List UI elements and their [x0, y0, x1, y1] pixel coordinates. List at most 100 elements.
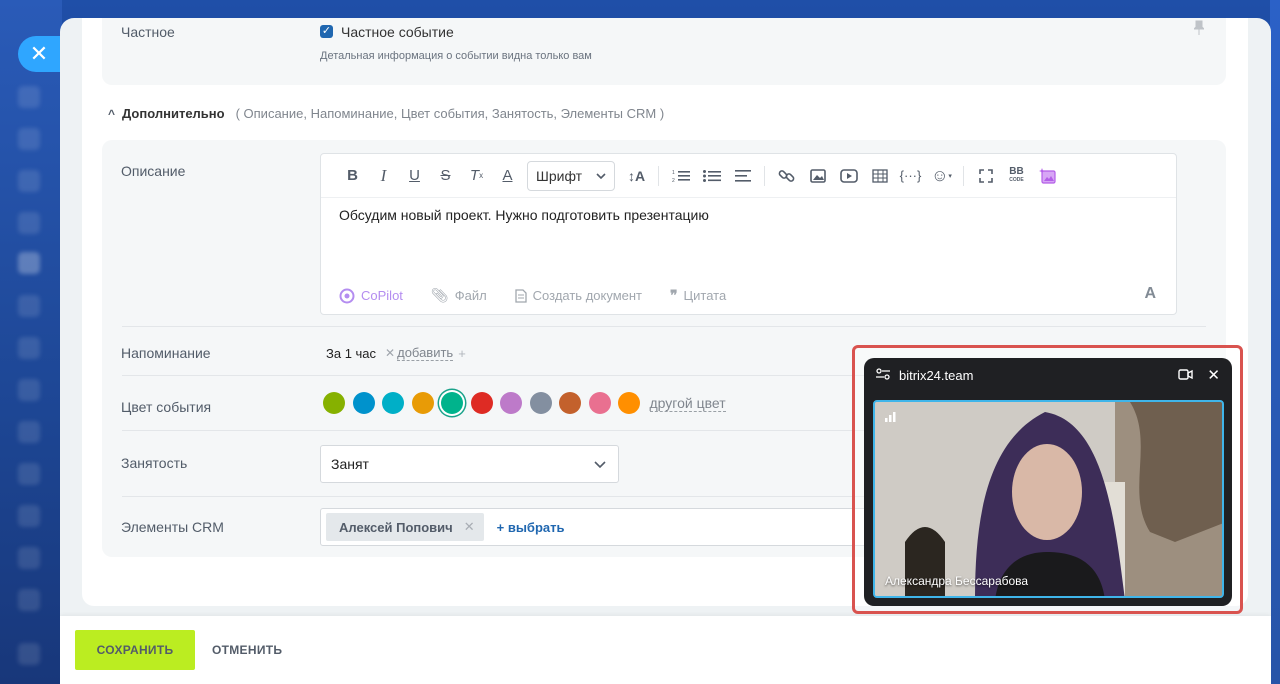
- rail-icon: [18, 421, 40, 443]
- extra-links[interactable]: ( Описание, Напоминание, Цвет события, З…: [236, 106, 665, 121]
- fullscreen-icon[interactable]: [970, 163, 1001, 189]
- clear-format-icon[interactable]: Tx: [461, 163, 492, 189]
- rail-icon: [18, 547, 40, 569]
- bbcode-icon[interactable]: BB CODE: [1001, 163, 1032, 189]
- chevron-down-icon: [594, 460, 606, 468]
- link-icon[interactable]: [771, 163, 802, 189]
- cancel-button[interactable]: ОТМЕНИТЬ: [212, 630, 282, 670]
- toolbar-divider: [963, 165, 964, 186]
- private-checkbox-label[interactable]: Частное событие: [341, 24, 454, 40]
- pin-icon[interactable]: [1192, 20, 1206, 39]
- attach-file-label: Файл: [454, 288, 487, 303]
- private-section: Частное ✓ Частное событие Детальная инфо…: [102, 18, 1226, 85]
- background-edge: [1270, 0, 1280, 684]
- copilot-button[interactable]: CoPilot: [339, 288, 403, 304]
- rail-icon: [18, 86, 40, 108]
- copilot-icon: [339, 288, 355, 303]
- remove-tag-icon[interactable]: ✕: [464, 519, 475, 535]
- font-select[interactable]: Шрифт: [527, 160, 615, 191]
- add-reminder-link[interactable]: добавить: [397, 345, 454, 361]
- color-swatch[interactable]: [382, 392, 404, 414]
- crm-label: Элементы CRM: [121, 519, 224, 535]
- color-swatch[interactable]: [588, 392, 611, 414]
- toolbar-divider: [658, 165, 659, 186]
- create-document-label: Создать документ: [532, 288, 642, 303]
- close-icon[interactable]: ✕: [1207, 366, 1220, 384]
- rail-icon: [18, 128, 40, 150]
- rail-icon: [18, 589, 40, 611]
- image-icon[interactable]: [802, 163, 833, 189]
- camera-icon[interactable]: [1178, 368, 1194, 383]
- footer-bar: СОХРАНИТЬ ОТМЕНИТЬ: [60, 616, 1271, 684]
- save-button[interactable]: СОХРАНИТЬ: [75, 630, 195, 670]
- color-swatch[interactable]: [352, 392, 375, 414]
- italic-icon[interactable]: I: [368, 163, 399, 189]
- rail-icon: [18, 379, 40, 401]
- numbered-list-icon[interactable]: 12: [665, 163, 696, 189]
- close-slider-button[interactable]: ✕: [18, 36, 60, 72]
- availability-label: Занятость: [121, 455, 188, 471]
- bold-icon[interactable]: B: [337, 163, 368, 189]
- description-text[interactable]: Обсудим новый проект. Нужно подготовить …: [339, 207, 709, 223]
- rail-icon: [18, 505, 40, 527]
- color-swatch[interactable]: [323, 392, 345, 414]
- remove-reminder-icon[interactable]: ✕: [385, 346, 395, 360]
- color-swatch[interactable]: [441, 392, 463, 414]
- rail-icon: [18, 337, 40, 359]
- availability-value: Занят: [331, 456, 369, 472]
- color-swatch[interactable]: [559, 392, 581, 414]
- chevron-down-icon: [596, 172, 606, 179]
- text-color-icon[interactable]: A: [492, 163, 523, 189]
- quote-label: Цитата: [683, 288, 727, 303]
- editor-footer: CoPilot 📎︎ Файл Создать документ ❞ Цитат…: [339, 287, 754, 304]
- left-rail: [0, 0, 62, 684]
- color-swatches: другой цвет: [323, 392, 726, 414]
- video-call-window[interactable]: bitrix24.team ✕ Александра Бессарабова: [864, 358, 1232, 606]
- divider: [122, 326, 1206, 327]
- underline-icon[interactable]: U: [399, 163, 430, 189]
- emoji-icon[interactable]: ☺ ▾: [926, 163, 957, 189]
- crm-select-link[interactable]: + выбрать: [497, 520, 565, 535]
- extra-section-toggle[interactable]: ^ Дополнительно ( Описание, Напоминание,…: [108, 106, 664, 121]
- close-icon: ✕: [29, 41, 49, 66]
- align-icon[interactable]: [727, 163, 758, 189]
- signal-icon: [885, 412, 897, 425]
- editor-toolbar: B I U S Tx A Шрифт ↕A 12 {···} ☺ ▾ BB CO…: [321, 154, 1176, 198]
- color-swatch[interactable]: [529, 392, 552, 414]
- crm-tag-label: Алексей Попович: [339, 519, 453, 535]
- plus-icon[interactable]: +: [458, 346, 466, 361]
- availability-select[interactable]: Занят: [320, 445, 619, 483]
- quote-button[interactable]: ❞ Цитата: [670, 287, 726, 304]
- toolbar-divider: [764, 165, 765, 186]
- rail-icon: [18, 643, 40, 665]
- ai-image-icon[interactable]: [1032, 163, 1063, 189]
- format-toggle-icon[interactable]: A: [1144, 285, 1156, 303]
- crm-field[interactable]: Алексей Попович ✕ + выбрать: [320, 508, 880, 546]
- bullet-list-icon[interactable]: [696, 163, 727, 189]
- private-hint: Детальная информация о событии видна тол…: [320, 50, 592, 62]
- description-editor: B I U S Tx A Шрифт ↕A 12 {···} ☺ ▾ BB CO…: [320, 153, 1177, 315]
- private-label: Частное: [121, 24, 175, 40]
- attach-file-button[interactable]: 📎︎ Файл: [431, 287, 487, 304]
- description-label: Описание: [121, 163, 186, 179]
- reminder-row: За 1 час ✕ добавить +: [326, 345, 466, 361]
- code-icon[interactable]: {···}: [895, 163, 926, 189]
- video-feed: [875, 402, 1222, 596]
- color-swatch[interactable]: [470, 392, 493, 414]
- video-icon[interactable]: [833, 163, 864, 189]
- crm-tag: Алексей Попович ✕: [326, 513, 484, 541]
- settings-icon[interactable]: [876, 367, 890, 383]
- reminder-label: Напоминание: [121, 345, 211, 361]
- table-icon[interactable]: [864, 163, 895, 189]
- font-size-icon[interactable]: ↕A: [621, 163, 652, 189]
- other-color-link[interactable]: другой цвет: [649, 395, 726, 412]
- color-swatch[interactable]: [500, 392, 522, 414]
- create-document-button[interactable]: Создать документ: [515, 288, 642, 303]
- private-checkbox[interactable]: ✓: [320, 25, 333, 38]
- color-swatch[interactable]: [618, 392, 640, 414]
- color-swatch[interactable]: [411, 392, 434, 414]
- strikethrough-icon[interactable]: S: [430, 163, 461, 189]
- svg-text:1: 1: [672, 170, 675, 176]
- rail-icon: [18, 170, 40, 192]
- video-title: bitrix24.team: [899, 367, 974, 383]
